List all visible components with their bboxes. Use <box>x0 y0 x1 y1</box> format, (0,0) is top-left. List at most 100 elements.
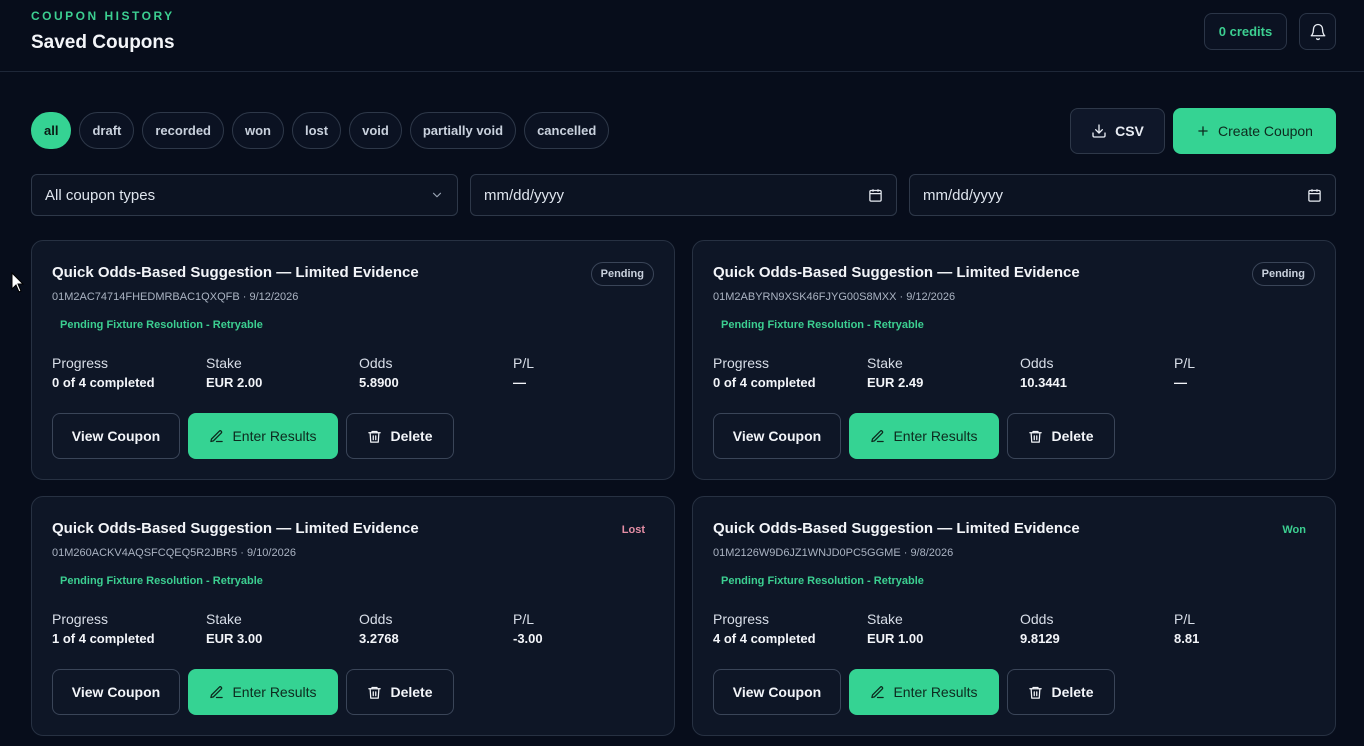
date-to-input[interactable]: mm/dd/yyyy <box>909 174 1336 216</box>
calendar-icon[interactable] <box>868 188 883 203</box>
coupon-title: Quick Odds-Based Suggestion — Limited Ev… <box>713 520 1080 537</box>
stat-value: EUR 2.49 <box>867 375 924 390</box>
view-coupon-label: View Coupon <box>732 428 822 444</box>
filter-chip-partially-void[interactable]: partially void <box>409 112 517 149</box>
enter-results-button[interactable]: Enter Results <box>849 669 999 715</box>
notifications-button[interactable] <box>1299 13 1336 50</box>
stat-label: Progress <box>52 355 109 371</box>
delete-button[interactable]: Delete <box>1007 413 1115 459</box>
page-header: COUPON HISTORY Saved Coupons 0 credits <box>0 0 1364 72</box>
coupon-type-value: All coupon types <box>45 186 156 204</box>
status-badge: Pending <box>590 262 654 286</box>
filter-chip-draft[interactable]: draft <box>79 112 135 149</box>
status-badge: Pending <box>1251 262 1315 286</box>
view-coupon-button[interactable]: View Coupon <box>713 669 841 715</box>
trash-icon <box>1029 686 1043 699</box>
coupon-id-date: 01M2ABYRN9XSK46FJYG00S8MXX · 9/12/2026 <box>713 291 956 303</box>
stat-odds: Odds 9.8129 <box>1020 611 1060 646</box>
coupon-type-select[interactable]: All coupon types <box>31 174 458 216</box>
edit-icon <box>871 429 885 442</box>
coupon-card: Quick Odds-Based Suggestion — Limited Ev… <box>692 240 1336 480</box>
view-coupon-button[interactable]: View Coupon <box>52 669 180 715</box>
stat-progress: Progress 1 of 4 completed <box>52 611 155 646</box>
stat-progress: Progress 0 of 4 completed <box>713 355 816 390</box>
status-badge: Lost <box>621 524 645 536</box>
trash-icon <box>368 430 382 443</box>
stat-pl: P/L -3.00 <box>513 611 543 646</box>
coupon-id-date: 01M2AC74714FHEDMRBAC1QXQFB · 9/12/2026 <box>52 291 299 303</box>
create-coupon-button[interactable]: Create Coupon <box>1173 108 1336 154</box>
date-from-input[interactable]: mm/dd/yyyy <box>470 174 897 216</box>
stat-value: -3.00 <box>513 631 543 646</box>
delete-button[interactable]: Delete <box>346 669 454 715</box>
stat-value: 5.8900 <box>359 375 399 390</box>
status-filter-chips: all draft recorded won lost void partial… <box>31 112 610 149</box>
filter-chip-all[interactable]: all <box>31 112 72 149</box>
enter-results-label: Enter Results <box>232 428 317 444</box>
edit-icon <box>210 685 224 698</box>
trash-icon <box>368 686 382 699</box>
bell-icon <box>1310 23 1325 40</box>
stat-odds: Odds 5.8900 <box>359 355 399 390</box>
enter-results-button[interactable]: Enter Results <box>849 413 999 459</box>
stat-odds: Odds 3.2768 <box>359 611 399 646</box>
stat-label: P/L <box>1174 611 1196 627</box>
view-coupon-label: View Coupon <box>71 684 161 700</box>
trash-icon <box>1029 430 1043 443</box>
edit-icon <box>871 685 885 698</box>
coupon-resolution-note: Pending Fixture Resolution - Retryable <box>60 319 263 331</box>
csv-export-button[interactable]: CSV <box>1070 108 1165 154</box>
coupon-card: Quick Odds-Based Suggestion — Limited Ev… <box>31 240 675 480</box>
calendar-icon[interactable] <box>1307 188 1322 203</box>
coupon-title: Quick Odds-Based Suggestion — Limited Ev… <box>52 520 419 537</box>
delete-button[interactable]: Delete <box>346 413 454 459</box>
filter-chip-lost[interactable]: lost <box>292 112 342 149</box>
stat-label: Progress <box>52 611 109 627</box>
download-icon <box>1092 124 1106 138</box>
csv-label: CSV <box>1115 123 1144 139</box>
stat-label: Stake <box>867 355 903 371</box>
stat-value: EUR 3.00 <box>206 631 263 646</box>
delete-button[interactable]: Delete <box>1007 669 1115 715</box>
stat-value: 9.8129 <box>1020 631 1060 646</box>
stat-value: — <box>513 375 526 390</box>
stat-value: 10.3441 <box>1020 375 1067 390</box>
plus-icon <box>1198 126 1208 136</box>
stat-pl: P/L 8.81 <box>1174 611 1199 646</box>
enter-results-label: Enter Results <box>893 684 978 700</box>
coupon-title: Quick Odds-Based Suggestion — Limited Ev… <box>52 264 419 281</box>
status-badge: Won <box>1282 524 1306 536</box>
credits-button[interactable]: 0 credits <box>1204 13 1287 50</box>
coupon-card: Quick Odds-Based Suggestion — Limited Ev… <box>692 496 1336 736</box>
filter-chip-void[interactable]: void <box>349 112 402 149</box>
enter-results-label: Enter Results <box>893 428 978 444</box>
stat-label: Odds <box>1020 611 1054 627</box>
stat-odds: Odds 10.3441 <box>1020 355 1067 390</box>
stat-value: — <box>1174 375 1187 390</box>
stat-label: Stake <box>206 611 242 627</box>
filter-chip-recorded[interactable]: recorded <box>142 112 224 149</box>
enter-results-button[interactable]: Enter Results <box>188 413 338 459</box>
view-coupon-button[interactable]: View Coupon <box>52 413 180 459</box>
stat-stake: Stake EUR 2.49 <box>867 355 923 390</box>
coupon-id-date: 01M260ACKV4AQSFCQEQ5R2JBR5 · 9/10/2026 <box>52 547 296 559</box>
coupon-resolution-note: Pending Fixture Resolution - Retryable <box>60 575 263 587</box>
mouse-cursor-icon <box>11 272 25 293</box>
stat-stake: Stake EUR 3.00 <box>206 611 262 646</box>
coupon-resolution-note: Pending Fixture Resolution - Retryable <box>721 319 924 331</box>
stat-label: Progress <box>713 611 770 627</box>
enter-results-button[interactable]: Enter Results <box>188 669 338 715</box>
enter-results-label: Enter Results <box>232 684 317 700</box>
filter-chip-won[interactable]: won <box>232 112 284 149</box>
view-coupon-button[interactable]: View Coupon <box>713 413 841 459</box>
coupon-resolution-note: Pending Fixture Resolution - Retryable <box>721 575 924 587</box>
page-eyebrow: COUPON HISTORY <box>31 9 175 23</box>
stat-label: Stake <box>867 611 903 627</box>
stat-value: 1 of 4 completed <box>52 631 155 646</box>
date-to-placeholder: mm/dd/yyyy <box>923 186 1004 204</box>
coupon-title: Quick Odds-Based Suggestion — Limited Ev… <box>713 264 1080 281</box>
page-title: Saved Coupons <box>31 32 175 53</box>
filter-chip-cancelled[interactable]: cancelled <box>524 112 610 149</box>
date-from-placeholder: mm/dd/yyyy <box>484 186 565 204</box>
view-coupon-label: View Coupon <box>71 428 161 444</box>
